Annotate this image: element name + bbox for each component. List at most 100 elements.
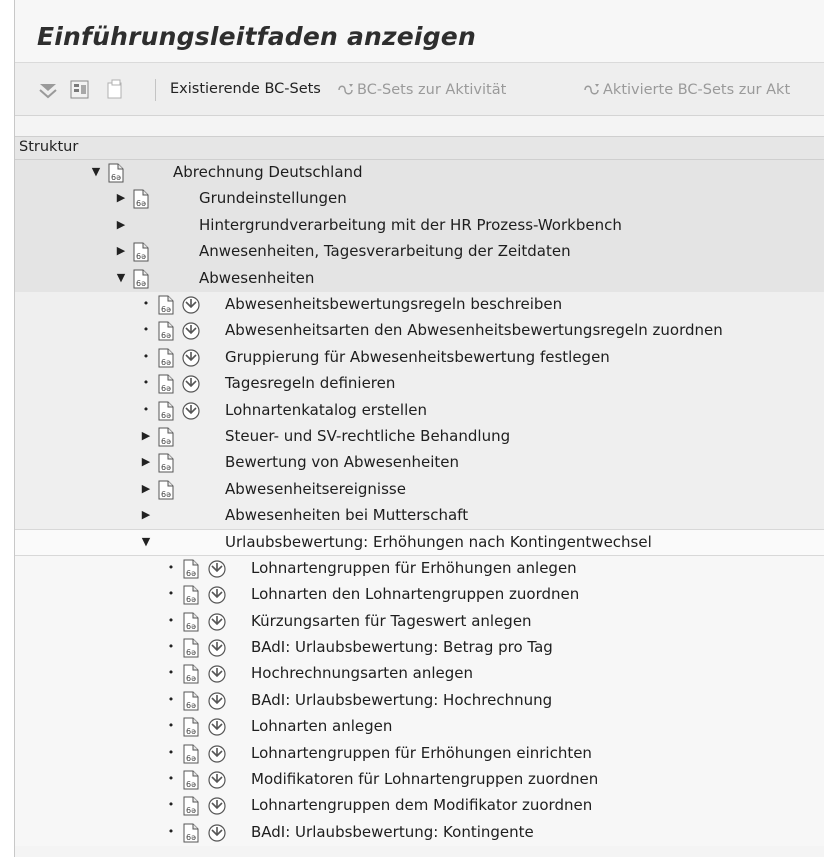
tree-node-grundeinstellungen[interactable]: ▶ Grundeinstellungen [15, 186, 824, 213]
activated-bc-sets-label: Aktivierte BC-Sets zur Akt [603, 82, 791, 98]
bullet-icon: • [167, 824, 175, 838]
collapsed-arrow-icon[interactable]: ▶ [141, 455, 151, 469]
tree-activity[interactable]: • Abwesenheitsbewertungsregeln beschreib… [15, 291, 824, 319]
expanded-arrow-icon[interactable]: ▼ [91, 165, 101, 179]
collapsed-arrow-icon[interactable]: ▶ [116, 244, 126, 258]
tree-activity[interactable]: • Lohnarten anlegen [15, 714, 824, 741]
tree-activity[interactable]: • Lohnarten den Lohnartengruppen zuordne… [15, 582, 824, 609]
bullet-icon: • [167, 771, 175, 785]
document-icon[interactable] [182, 744, 200, 764]
document-icon[interactable] [157, 295, 175, 315]
execute-activity-icon[interactable] [207, 612, 227, 632]
tree-node-steuer[interactable]: ▶ Steuer- und SV-rechtliche Behandlung [15, 423, 824, 451]
toolbar-gap [15, 116, 824, 136]
find-in-tree-icon[interactable] [69, 79, 91, 101]
existing-bc-sets-button[interactable]: Existierende BC-Sets [170, 81, 321, 97]
execute-activity-icon[interactable] [207, 717, 227, 737]
execute-activity-icon[interactable] [207, 796, 227, 816]
document-icon[interactable] [157, 374, 175, 394]
document-icon[interactable] [132, 269, 150, 289]
document-icon[interactable] [107, 163, 125, 183]
execute-activity-icon[interactable] [181, 321, 201, 341]
execute-activity-icon[interactable] [207, 770, 227, 790]
execute-activity-icon[interactable] [207, 744, 227, 764]
document-icon[interactable] [132, 242, 150, 262]
tree-node-ereignisse[interactable]: ▶ Abwesenheitsereignisse [15, 476, 824, 504]
tree-node-urlaubsbewertung[interactable]: ▼ Urlaubsbewertung: Erhöhungen nach Kont… [15, 529, 824, 556]
document-icon[interactable] [182, 559, 200, 579]
collapsed-arrow-icon[interactable]: ▶ [141, 482, 151, 496]
document-icon[interactable] [157, 321, 175, 341]
document-icon[interactable] [157, 453, 175, 473]
tree-node-label: Abrechnung Deutschland [173, 163, 363, 181]
tree-activity[interactable]: • Modifikatoren für Lohnartengruppen zuo… [15, 766, 824, 794]
document-icon[interactable] [182, 823, 200, 843]
document-icon[interactable] [182, 770, 200, 790]
execute-activity-icon[interactable] [181, 401, 201, 421]
document-icon[interactable] [157, 480, 175, 500]
tree-node-anwesenheiten[interactable]: ▶ Anwesenheiten, Tagesverarbeitung der Z… [15, 239, 824, 266]
document-icon[interactable] [157, 427, 175, 447]
execute-activity-icon[interactable] [181, 348, 201, 368]
tree-activity[interactable]: • Hochrechnungsarten anlegen [15, 661, 824, 688]
tree-activity[interactable]: • BAdI: Urlaubsbewertung: Betrag pro Tag [15, 635, 824, 662]
copy-icon[interactable] [103, 79, 125, 101]
document-icon[interactable] [182, 691, 200, 711]
tree-activity[interactable]: • Abwesenheitsarten den Abwesenheitsbewe… [15, 318, 824, 345]
collapsed-arrow-icon[interactable]: ▶ [141, 429, 151, 443]
tree-column-header: Struktur [15, 136, 824, 160]
document-icon[interactable] [157, 348, 175, 368]
document-icon[interactable] [182, 717, 200, 737]
tree-activity[interactable]: • BAdI: Urlaubsbewertung: Hochrechnung [15, 687, 824, 715]
execute-activity-icon[interactable] [181, 374, 201, 394]
expanded-arrow-icon[interactable]: ▼ [116, 271, 126, 285]
tree-node-abwesenheiten[interactable]: ▼ Abwesenheiten [15, 265, 824, 292]
bullet-icon: • [142, 349, 150, 363]
tree-node-mutterschaft[interactable]: ▶ Abwesenheiten bei Mutterschaft [15, 503, 824, 530]
collapsed-arrow-icon[interactable]: ▶ [116, 218, 126, 232]
execute-activity-icon[interactable] [207, 559, 227, 579]
tree-activity[interactable]: • Lohnartengruppen für Erhöhungen anlege… [15, 555, 824, 583]
bc-sets-activity-button[interactable]: BC-Sets zur Aktivität [337, 81, 506, 98]
tree-node-label: Grundeinstellungen [199, 189, 347, 208]
execute-activity-icon[interactable] [207, 691, 227, 711]
execute-activity-icon[interactable] [207, 823, 227, 843]
execute-activity-icon[interactable] [181, 295, 201, 315]
bc-set-link-icon [338, 84, 353, 95]
tree-node-bewertung[interactable]: ▶ Bewertung von Abwesenheiten [15, 450, 824, 477]
tree-node-label: Abwesenheitsereignisse [225, 479, 406, 498]
activity-label: Lohnarten anlegen [251, 717, 393, 736]
document-icon[interactable] [157, 401, 175, 421]
activity-label: Hochrechnungsarten anlegen [251, 664, 473, 683]
bc-sets-activity-label: BC-Sets zur Aktivität [357, 82, 507, 98]
tree-node-abrechnung[interactable]: ▼ Abrechnung Deutschland [15, 160, 824, 187]
collapsed-arrow-icon[interactable]: ▶ [141, 508, 151, 522]
bullet-icon: • [142, 376, 150, 390]
execute-activity-icon[interactable] [207, 664, 227, 684]
tree-activity[interactable]: • Gruppierung für Abwesenheitsbewertung … [15, 344, 824, 372]
activated-bc-sets-button[interactable]: Aktivierte BC-Sets zur Akt [583, 81, 790, 98]
document-icon[interactable] [182, 664, 200, 684]
execute-activity-icon[interactable] [207, 638, 227, 658]
document-icon[interactable] [182, 585, 200, 605]
expanded-arrow-icon[interactable]: ▼ [141, 535, 151, 549]
tree-activity[interactable]: • BAdI: Urlaubsbewertung: Kontingente [15, 819, 824, 847]
activity-label: Abwesenheitsbewertungsregeln beschreiben [225, 294, 563, 313]
tree-activity[interactable]: • Kürzungsarten für Tageswert anlegen [15, 608, 824, 636]
tree-node-hintergrundverarbeitung[interactable]: ▶ Hintergrundverarbeitung mit der HR Pro… [15, 212, 824, 240]
tree-activity[interactable]: • Lohnartengruppen für Erhöhungen einric… [15, 740, 824, 767]
execute-activity-icon[interactable] [207, 585, 227, 605]
document-icon[interactable] [182, 796, 200, 816]
activity-label: Modifikatoren für Lohnartengruppen zuord… [251, 769, 599, 788]
document-icon[interactable] [182, 612, 200, 632]
collapse-all-icon[interactable] [37, 79, 59, 101]
document-icon[interactable] [182, 638, 200, 658]
bullet-icon: • [167, 560, 175, 574]
tree-activity[interactable]: • Lohnartenkatalog erstellen [15, 397, 824, 424]
collapsed-arrow-icon[interactable]: ▶ [116, 191, 126, 205]
tree-node-label: Abwesenheiten [199, 268, 315, 287]
document-icon[interactable] [132, 189, 150, 209]
tree-activity[interactable]: • Tagesregeln definieren [15, 371, 824, 398]
bullet-icon: • [167, 666, 175, 680]
tree-activity[interactable]: • Lohnartengruppen dem Modifikator zuord… [15, 793, 824, 820]
